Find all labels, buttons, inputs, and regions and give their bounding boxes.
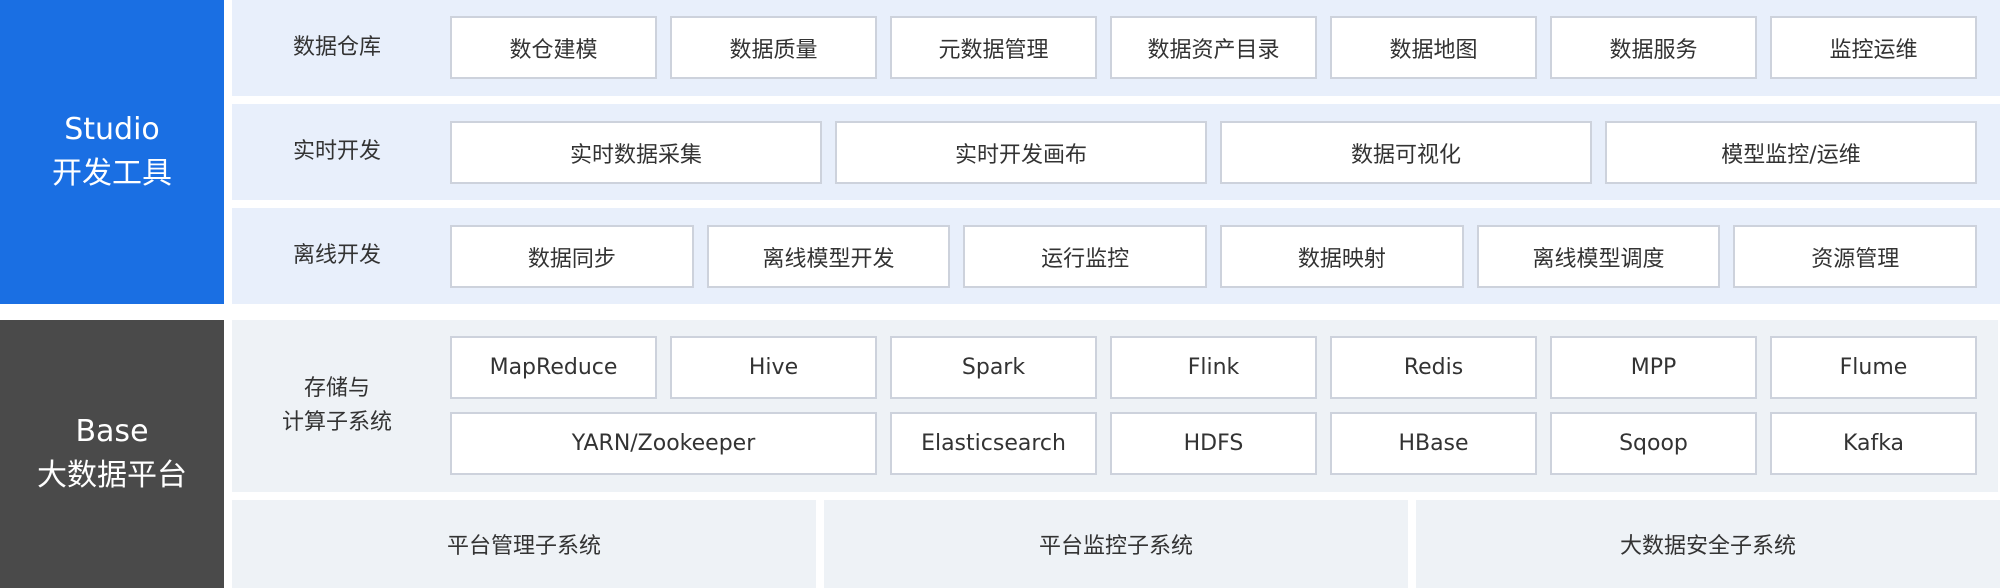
- base-panel: Base 大数据平台: [0, 320, 224, 588]
- component-box[interactable]: Hive: [670, 336, 877, 399]
- subsystem-platform-monitoring[interactable]: 平台监控子系统: [824, 500, 1408, 588]
- studio-panel: Studio 开发工具: [0, 0, 224, 304]
- module-box[interactable]: 数据同步: [450, 225, 694, 288]
- module-box[interactable]: 实时数据采集: [450, 121, 822, 184]
- component-box[interactable]: Spark: [890, 336, 1097, 399]
- subsystem-platform-management[interactable]: 平台管理子系统: [232, 500, 816, 588]
- module-box[interactable]: 模型监控/运维: [1605, 121, 1977, 184]
- component-box[interactable]: Elasticsearch: [890, 412, 1097, 475]
- module-box[interactable]: 离线模型调度: [1476, 225, 1721, 288]
- component-box[interactable]: Flink: [1110, 336, 1317, 399]
- base-title-cn: 大数据平台: [37, 458, 187, 493]
- component-box[interactable]: Redis: [1330, 336, 1537, 399]
- module-box[interactable]: 数据质量: [670, 16, 877, 79]
- component-box[interactable]: HBase: [1330, 412, 1537, 475]
- component-box[interactable]: YARN/Zookeeper: [450, 412, 877, 475]
- row-label: 实时开发: [292, 139, 381, 164]
- component-box[interactable]: Sqoop: [1550, 412, 1757, 475]
- component-box[interactable]: Kafka: [1770, 412, 1977, 475]
- component-box[interactable]: MapReduce: [450, 336, 657, 399]
- module-box[interactable]: 数据可视化: [1220, 121, 1592, 184]
- module-box[interactable]: 监控运维: [1770, 16, 1977, 79]
- studio-title-cn: 开发工具: [52, 156, 172, 191]
- row-label: 离线开发: [292, 243, 381, 268]
- storage-compute-band: 存储与 计算子系统 MapReduce Hive Spark Flink Red…: [232, 320, 1998, 492]
- base-title-en: Base: [75, 414, 149, 449]
- module-box[interactable]: 数据地图: [1330, 16, 1537, 79]
- row-data-warehouse: 数据仓库 数仓建模 数据质量 元数据管理 数据资产目录 数据地图 数据服务 监控…: [232, 0, 2000, 96]
- row-label: 数据仓库: [292, 35, 381, 60]
- row-offline-dev: 离线开发 数据同步 离线模型开发 运行监控 数据映射 离线模型调度 资源管理: [232, 208, 2000, 304]
- component-box[interactable]: Flume: [1770, 336, 1977, 399]
- component-box[interactable]: HDFS: [1110, 412, 1317, 475]
- module-box[interactable]: 数据映射: [1220, 225, 1464, 288]
- module-box[interactable]: 资源管理: [1733, 225, 1978, 288]
- module-box[interactable]: 元数据管理: [890, 16, 1097, 79]
- component-box[interactable]: MPP: [1550, 336, 1757, 399]
- module-box[interactable]: 数据服务: [1550, 16, 1757, 79]
- storage-compute-label: 存储与 计算子系统: [232, 320, 442, 492]
- module-box[interactable]: 数据资产目录: [1110, 16, 1317, 79]
- label-line: 存储与: [303, 376, 370, 401]
- module-box[interactable]: 数仓建模: [450, 16, 657, 79]
- row-realtime-dev: 实时开发 实时数据采集 实时开发画布 数据可视化 模型监控/运维: [232, 104, 2000, 200]
- subsystem-bigdata-security[interactable]: 大数据安全子系统: [1416, 500, 2000, 588]
- module-box[interactable]: 离线模型开发: [706, 225, 951, 288]
- module-box[interactable]: 运行监控: [963, 225, 1208, 288]
- label-line: 计算子系统: [281, 410, 392, 435]
- module-box[interactable]: 实时开发画布: [835, 121, 1207, 184]
- studio-title-en: Studio: [64, 112, 160, 147]
